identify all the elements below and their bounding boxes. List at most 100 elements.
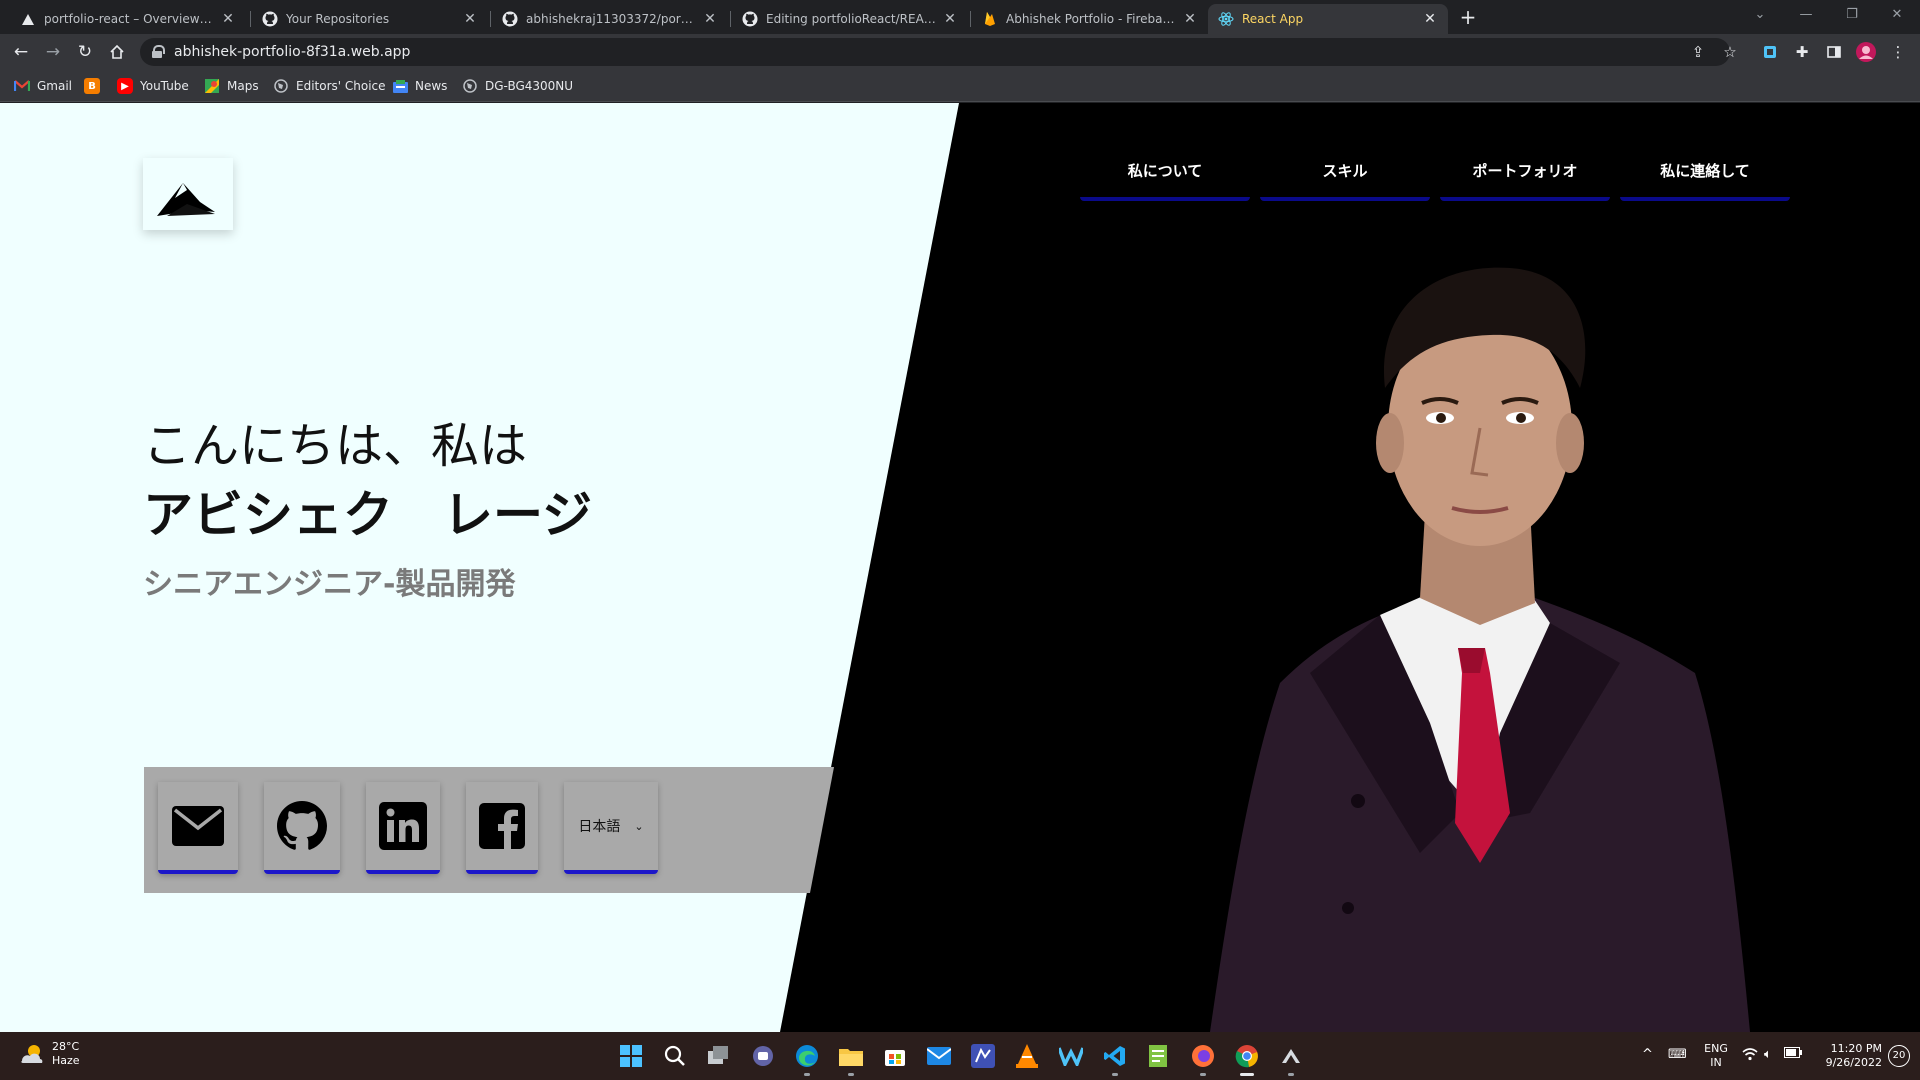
extension-icon[interactable] xyxy=(1758,40,1782,64)
reload-icon[interactable]: ↻ xyxy=(73,40,97,64)
firebase-icon xyxy=(982,11,998,27)
linkedin-button[interactable] xyxy=(366,782,440,874)
react-icon xyxy=(1218,11,1234,27)
wondershare-icon[interactable] xyxy=(1056,1041,1086,1071)
hero-role: シニアエンジニア-製品開発 xyxy=(143,566,516,602)
new-tab-button[interactable]: + xyxy=(1455,6,1481,30)
tab-react-app[interactable]: React App ✕ xyxy=(1208,4,1448,34)
bookmark-maps[interactable]: Maps xyxy=(204,77,259,95)
profile-avatar[interactable] xyxy=(1854,40,1878,64)
globe-icon xyxy=(462,78,478,94)
address-bar[interactable]: abhishek-portfolio-8f31a.web.app ⇪ ☆ xyxy=(140,38,1737,66)
bookmark-blogger[interactable]: B xyxy=(84,77,107,95)
tab-title: React App xyxy=(1242,12,1304,26)
nav-portfolio[interactable]: ポートフォリオ xyxy=(1440,151,1610,201)
file-explorer-icon[interactable] xyxy=(836,1041,866,1076)
edge-icon[interactable] xyxy=(792,1041,822,1076)
profile-photo xyxy=(1210,267,1750,1032)
weather-condition: Haze xyxy=(52,1054,80,1067)
battery-icon[interactable] xyxy=(1784,1047,1802,1062)
youtube-icon: ▶ xyxy=(117,78,133,94)
extensions-puzzle-icon[interactable]: ✚ xyxy=(1790,40,1814,64)
menu-kebab-icon[interactable]: ⋮ xyxy=(1886,40,1910,64)
tab-firebase-console[interactable]: Abhishek Portfolio - Firebase con ✕ xyxy=(972,4,1208,34)
browser-toolbar: ← → ↻ abhishek-portfolio-8f31a.web.app ⇪… xyxy=(0,34,1920,70)
email-button[interactable] xyxy=(158,782,238,874)
tab-editing-readme[interactable]: Editing portfolioReact/README.m ✕ xyxy=(732,4,968,34)
vscode-icon[interactable] xyxy=(1100,1041,1130,1076)
task-view-icon[interactable] xyxy=(704,1041,734,1071)
site-logo[interactable] xyxy=(143,158,233,230)
github-icon xyxy=(277,801,327,850)
close-tab-icon[interactable]: ✕ xyxy=(1422,11,1438,27)
notification-badge[interactable]: 20 xyxy=(1888,1045,1910,1067)
bookmark-star-icon[interactable]: ☆ xyxy=(1720,42,1740,62)
gmail-icon xyxy=(14,78,30,94)
forward-icon[interactable]: → xyxy=(41,40,65,64)
tab-title: Abhishek Portfolio - Firebase con xyxy=(1006,12,1176,26)
close-window-icon[interactable]: ✕ xyxy=(1874,4,1920,26)
home-icon[interactable] xyxy=(105,40,129,64)
visual-studio-icon[interactable] xyxy=(968,1041,998,1071)
teams-chat-icon[interactable] xyxy=(748,1041,778,1071)
app-icon[interactable] xyxy=(1276,1041,1306,1076)
windows-taskbar: 28°C Haze ^ ⌨ ENG IN 🔈︎ 11:20 PM 9/26/20… xyxy=(0,1032,1920,1080)
nav-skills[interactable]: スキル xyxy=(1260,151,1430,201)
tab-title: portfolio-react – Overview – Verc xyxy=(44,12,214,26)
bookmark-news[interactable]: News xyxy=(392,77,447,95)
tab-title: Your Repositories xyxy=(286,12,390,26)
volume-icon[interactable]: 🔈︎ xyxy=(1764,1047,1772,1062)
vercel-icon xyxy=(20,11,36,27)
bookmark-gmail[interactable]: Gmail xyxy=(14,77,72,95)
clock-date: 9/26/2022 xyxy=(1825,1056,1882,1069)
bookmarks-bar: Gmail B ▶ YouTube Maps Editors' Choice N… xyxy=(0,70,1920,102)
clock[interactable]: 11:20 PM 9/26/2022 xyxy=(1812,1042,1882,1070)
hero-section: こんにちは、私は アビシェク レージ シニアエンジニア-製品開発 xyxy=(143,418,843,603)
weather-temp: 28°C xyxy=(52,1040,80,1053)
tab-your-repositories[interactable]: Your Repositories ✕ xyxy=(252,4,488,34)
mail-icon[interactable] xyxy=(924,1041,954,1071)
share-icon[interactable]: ⇪ xyxy=(1688,42,1708,62)
url-text[interactable]: abhishek-portfolio-8f31a.web.app xyxy=(174,44,410,60)
bookmark-editors-choice[interactable]: Editors' Choice xyxy=(273,77,386,95)
bookmark-router[interactable]: DG-BG4300NU xyxy=(462,77,573,95)
language-select[interactable]: 日本語 ⌄ xyxy=(564,782,658,874)
minimize-icon[interactable]: — xyxy=(1783,4,1829,26)
tab-search-icon[interactable]: ⌄ xyxy=(1737,4,1783,26)
close-tab-icon[interactable]: ✕ xyxy=(942,11,958,27)
system-tray: ^ ⌨ ENG IN 🔈︎ 11:20 PM 9/26/2022 20 xyxy=(1630,1032,1920,1080)
tab-portfolio-repo[interactable]: abhishekraj11303372/portfolioRe ✕ xyxy=(492,4,728,34)
wifi-icon[interactable] xyxy=(1742,1047,1758,1065)
restore-icon[interactable]: ❐ xyxy=(1829,4,1875,26)
vlc-icon[interactable] xyxy=(1012,1041,1042,1071)
close-tab-icon[interactable]: ✕ xyxy=(220,11,236,27)
facebook-button[interactable] xyxy=(466,782,538,874)
github-icon xyxy=(502,11,518,27)
search-icon[interactable] xyxy=(660,1041,690,1071)
tab-title: abhishekraj11303372/portfolioRe xyxy=(526,12,696,26)
nav-contact[interactable]: 私に連絡して xyxy=(1620,151,1790,201)
weather-widget[interactable]: 28°C Haze xyxy=(18,1040,80,1068)
github-button[interactable] xyxy=(264,782,340,874)
back-icon[interactable]: ← xyxy=(9,40,33,64)
store-icon[interactable] xyxy=(880,1041,910,1071)
clock-time: 11:20 PM xyxy=(1830,1042,1882,1055)
lock-icon[interactable] xyxy=(152,45,165,58)
chevron-down-icon: ⌄ xyxy=(634,819,644,833)
close-tab-icon[interactable]: ✕ xyxy=(1182,11,1198,27)
bookmark-youtube[interactable]: ▶ YouTube xyxy=(117,77,189,95)
github-icon xyxy=(262,11,278,27)
side-panel-icon[interactable] xyxy=(1822,40,1846,64)
tab-vercel[interactable]: portfolio-react – Overview – Verc ✕ xyxy=(10,4,246,34)
hero-name: アビシェク レージ xyxy=(143,485,592,544)
start-icon[interactable] xyxy=(616,1041,646,1071)
nav-about[interactable]: 私について xyxy=(1080,151,1250,201)
firefox-icon[interactable] xyxy=(1188,1041,1218,1076)
chevron-up-icon[interactable]: ^ xyxy=(1642,1047,1653,1062)
keyboard-icon[interactable]: ⌨ xyxy=(1668,1047,1687,1062)
input-language[interactable]: ENG IN xyxy=(1700,1042,1732,1070)
notepad-icon[interactable] xyxy=(1144,1041,1174,1071)
close-tab-icon[interactable]: ✕ xyxy=(462,11,478,27)
chrome-icon[interactable] xyxy=(1232,1041,1262,1076)
close-tab-icon[interactable]: ✕ xyxy=(702,11,718,27)
